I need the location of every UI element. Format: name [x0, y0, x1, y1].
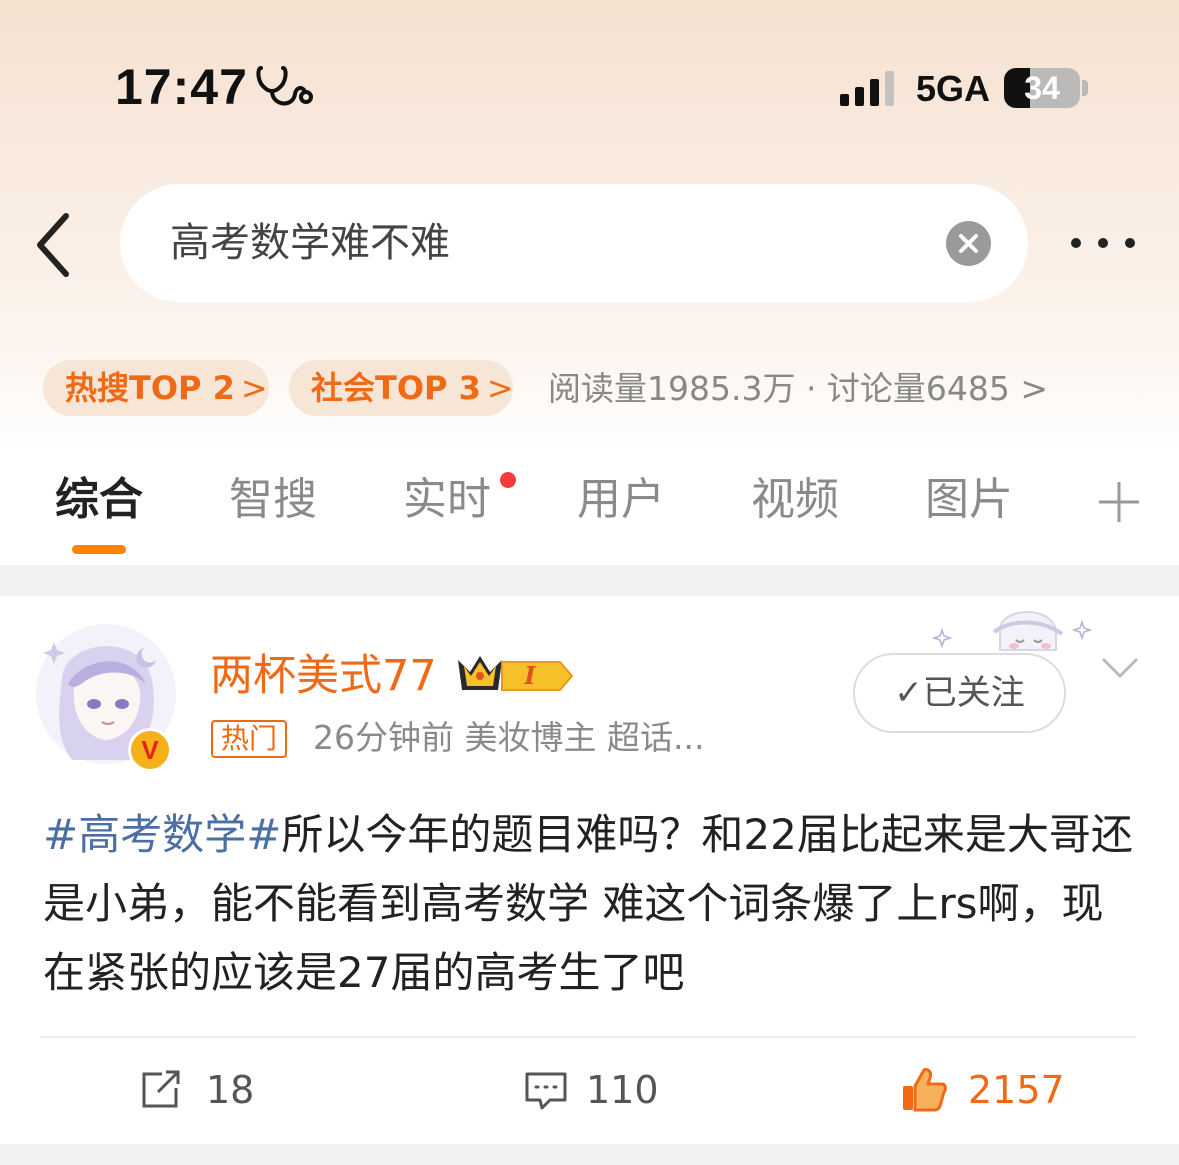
hot-search-rank-arrow: >: [240, 369, 268, 407]
society-rank-arrow: >: [486, 369, 514, 407]
chevron-down-icon[interactable]: [1100, 656, 1140, 682]
status-time: 17:47: [115, 59, 248, 115]
network-label: 5GA: [916, 68, 991, 109]
crown-icon[interactable]: I: [456, 652, 574, 696]
search-input[interactable]: 高考数学难不难: [120, 184, 1028, 302]
hot-search-rank-label: 热搜TOP 2: [65, 369, 235, 407]
tab-users[interactable]: 用户: [577, 465, 665, 535]
society-rank-tag[interactable]: 社会TOP 3 >: [289, 360, 514, 416]
share-count: 18: [206, 1068, 255, 1112]
hot-search-rank-tag[interactable]: 热搜TOP 2 >: [43, 360, 269, 416]
follow-button[interactable]: ✓已关注: [853, 653, 1066, 733]
like-icon: [903, 1068, 947, 1112]
back-arrow-icon[interactable]: [30, 210, 80, 280]
battery-icon: 34: [1004, 68, 1080, 108]
clear-icon[interactable]: [946, 221, 991, 266]
like-button[interactable]: 2157: [898, 1062, 1078, 1118]
society-rank-label: 社会TOP 3: [311, 369, 481, 407]
tab-comprehensive[interactable]: 综合: [55, 465, 143, 535]
comment-icon: [525, 1072, 567, 1110]
focus-stethoscope-icon: [256, 66, 313, 106]
tab-images[interactable]: 图片: [925, 465, 1013, 535]
signal-icon: [840, 71, 894, 106]
tab-video[interactable]: 视频: [751, 465, 839, 535]
read-discussion-stats[interactable]: 阅读量1985.3万 · 讨论量6485 >: [548, 362, 1048, 416]
post-meta: 26分钟前 美妆博主 超话...: [313, 718, 705, 757]
crown-level: I: [523, 661, 536, 690]
clear-x-glyph: [959, 234, 978, 253]
tab-smart-search[interactable]: 智搜: [229, 465, 317, 535]
divider: [40, 1036, 1136, 1038]
username[interactable]: 两杯美式77: [210, 648, 437, 704]
share-button[interactable]: 18: [140, 1062, 290, 1118]
share-icon: [142, 1070, 180, 1108]
comment-button[interactable]: 110: [520, 1062, 680, 1118]
search-query: 高考数学难不难: [170, 220, 450, 266]
plus-icon[interactable]: [1097, 480, 1141, 524]
comment-count: 110: [586, 1068, 659, 1112]
realtime-notification-dot: [500, 472, 516, 488]
hot-badge: 热门: [211, 720, 288, 758]
hashtag-link[interactable]: #高考数学#: [43, 810, 281, 859]
battery-level: 34: [1024, 70, 1060, 106]
post-body: #高考数学#所以今年的题目难吗？和22届比起来是大哥还是小弟，能不能看到高考数学…: [43, 800, 1143, 1007]
tab-realtime[interactable]: 实时: [403, 465, 491, 535]
like-count: 2157: [968, 1068, 1065, 1112]
active-tab-indicator: [72, 545, 126, 554]
verified-badge: V: [128, 728, 172, 772]
more-icon[interactable]: [1068, 230, 1138, 256]
battery-cap: [1082, 80, 1088, 96]
